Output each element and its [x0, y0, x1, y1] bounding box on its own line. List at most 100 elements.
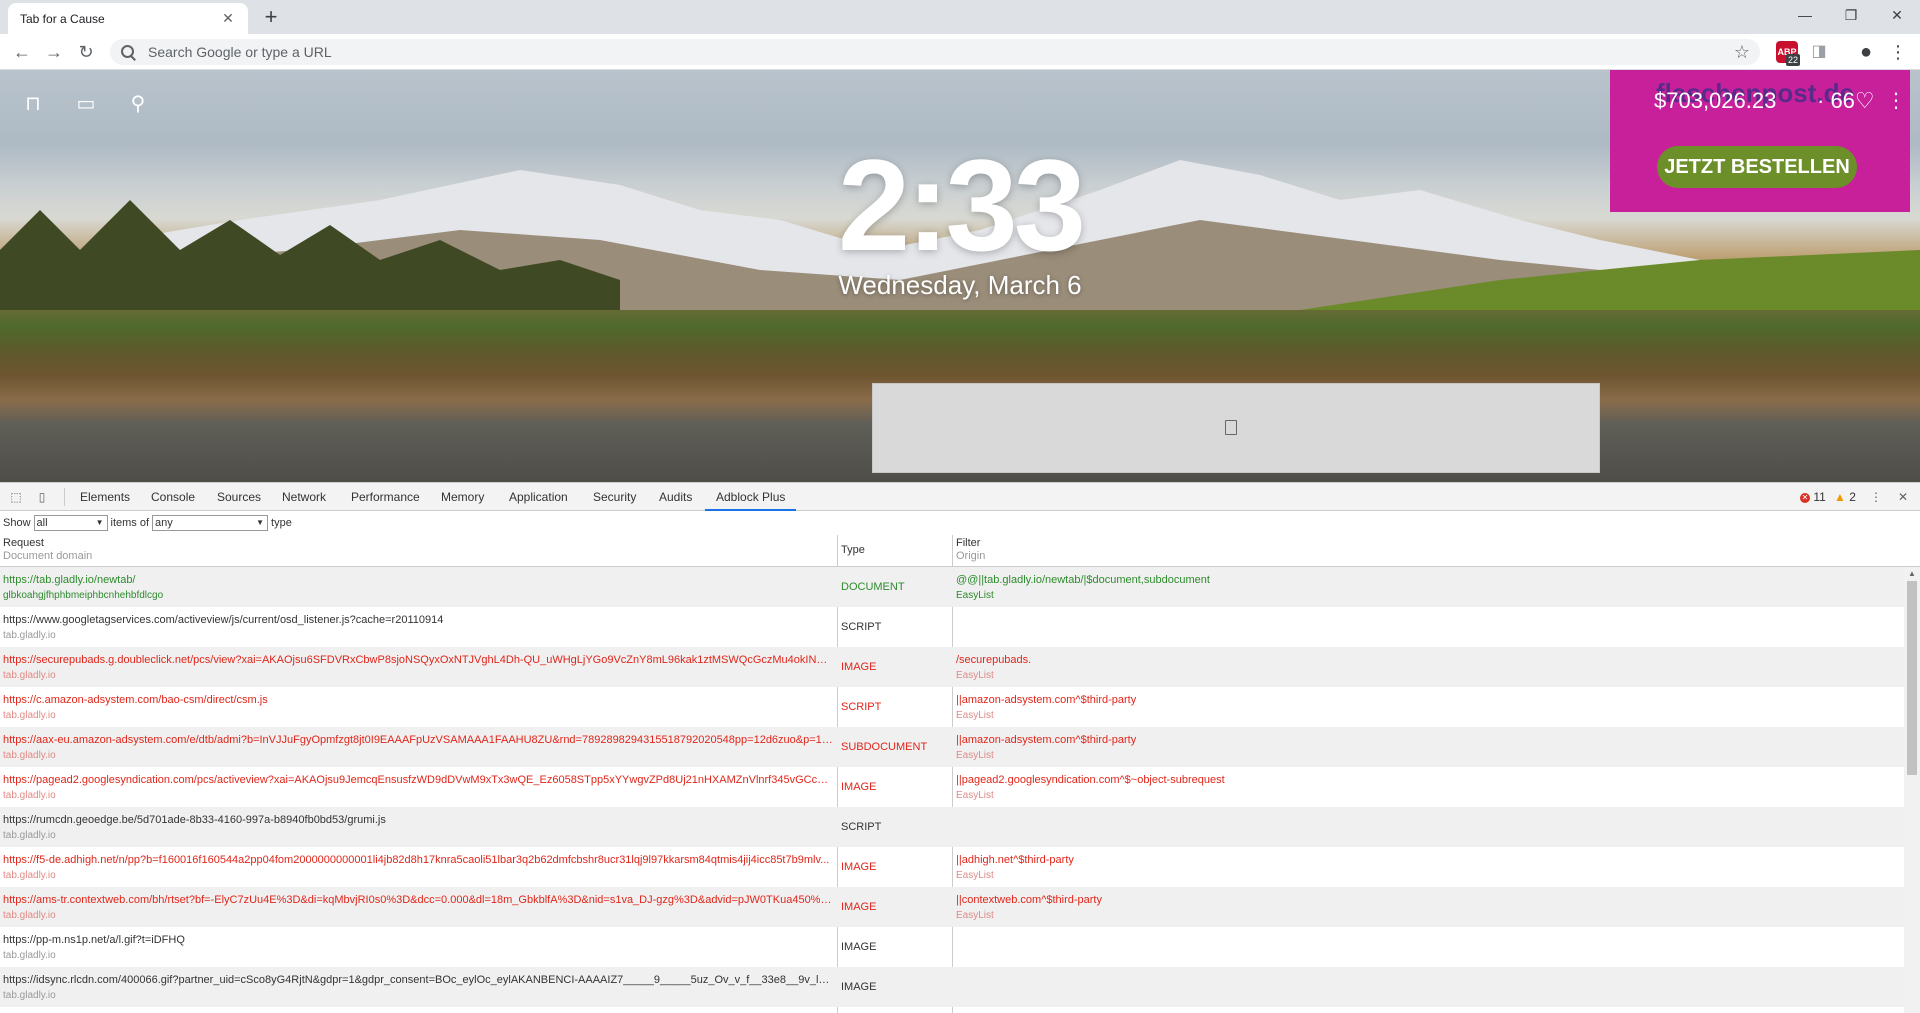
type-select[interactable]: any ▼	[152, 515, 269, 531]
table-row[interactable]: https://tab.gladly.io/newtab/glbkoahgjfh…	[0, 567, 1904, 607]
table-row[interactable]: https://pp-m.ns1p.net/a/l.gif?t=iDFHQ tab…	[0, 927, 1904, 967]
error-count[interactable]: ✕ 11	[1800, 483, 1826, 511]
filter-origin: EasyList	[956, 790, 994, 801]
tab-adblock-plus[interactable]: Adblock Plus	[705, 483, 797, 511]
table-row[interactable]: https://f5-de.adhigh.net/n/pp?b=f160016f…	[0, 847, 1904, 887]
column-filter[interactable]: Filter Origin	[956, 537, 985, 563]
request-type: DOCUMENT	[841, 581, 905, 593]
chrome-menu-icon[interactable]: ⋮	[1888, 41, 1908, 63]
request-list: https://tab.gladly.io/newtab/glbkoahgjfh…	[0, 567, 1904, 1013]
scrollbar[interactable]: ▲	[1904, 567, 1920, 1013]
filter-rule[interactable]: /securepubads.	[956, 654, 1903, 666]
document-domain: tab.gladly.io	[3, 830, 56, 841]
table-row[interactable]: https://aax-eu.amazon-adsystem.com/e/dtb…	[0, 727, 1904, 767]
filter-cell: ||contextweb.com^$third-party EasyList	[953, 887, 1903, 927]
request-url[interactable]: https://c.amazon-adsystem.com/bao-csm/di…	[3, 694, 833, 706]
inspect-element-icon[interactable]: ⬚	[8, 489, 24, 505]
request-url[interactable]: https://pagead2.googlesyndication.com/pc…	[3, 774, 833, 786]
hearts-count[interactable]: · 66♡	[1817, 88, 1875, 114]
table-row[interactable]: https://www.googletagservices.com/active…	[0, 607, 1904, 647]
request-url[interactable]: https://f5-de.adhigh.net/n/pp?b=f160016f…	[3, 854, 833, 866]
table-row[interactable]: https://rumcdn.geoedge.be/5d701ade-8b33-…	[0, 807, 1904, 847]
tab-memory[interactable]: Memory	[441, 483, 484, 511]
table-row[interactable]: https://securepubads.g.doubleclick.net/p…	[0, 647, 1904, 687]
document-domain: tab.gladly.io	[3, 750, 56, 761]
type-cell: SCRIPT	[838, 687, 952, 727]
browser-tab[interactable]: Tab for a Cause ✕	[8, 3, 248, 34]
filter-rule[interactable]: ||amazon-adsystem.com^$third-party	[956, 694, 1903, 706]
restore-button[interactable]: ❐	[1828, 0, 1874, 30]
forward-button[interactable]: →	[42, 40, 66, 64]
order-now-button[interactable]: JETZT BESTELLEN	[1657, 146, 1857, 188]
scrollbar-thumb[interactable]	[1907, 581, 1917, 775]
request-url[interactable]: https://rumcdn.geoedge.be/5d701ade-8b33-…	[3, 814, 833, 826]
tab-security[interactable]: Security	[593, 483, 636, 511]
table-row[interactable]: https://ams-tr.contextweb.com/bh/rtset?b…	[0, 887, 1904, 927]
filter-cell	[953, 927, 1903, 967]
cast-extension-icon[interactable]: ◨	[1808, 41, 1830, 63]
bookmark-star-icon[interactable]: ☆	[1734, 42, 1750, 63]
show-select[interactable]: all ▼	[33, 515, 108, 531]
filter-rule[interactable]: ||contextweb.com^$third-party	[956, 894, 1903, 906]
table-row[interactable]: https://pagead2.googlesyndication.com/pc…	[0, 767, 1904, 807]
table-row[interactable]: https://c.amazon-adsystem.com/bao-csm/di…	[0, 687, 1904, 727]
request-cell: https://rumcdn.geoedge.be/5d701ade-8b33-…	[0, 807, 835, 847]
devtools-menu-icon[interactable]: ⋮	[1868, 489, 1884, 505]
request-url[interactable]: https://www.googletagservices.com/active…	[3, 614, 833, 626]
filter-cell: ||pagead2.googlesyndication.com^$~object…	[953, 767, 1903, 807]
filter-rule[interactable]: ||amazon-adsystem.com^$third-party	[956, 734, 1903, 746]
warning-count[interactable]: ▲ 2	[1834, 483, 1856, 511]
tab-sources[interactable]: Sources	[217, 483, 261, 511]
type-cell: SCRIPT	[838, 607, 952, 647]
column-type[interactable]: Type	[841, 544, 865, 557]
request-type: IMAGE	[841, 901, 877, 913]
close-devtools-icon[interactable]: ✕	[1895, 489, 1911, 505]
column-type-label: Type	[841, 544, 865, 556]
back-button[interactable]: ←	[10, 40, 34, 64]
window-controls: — ❐ ✕	[1782, 0, 1920, 30]
address-bar[interactable]: Search Google or type a URL ☆	[110, 39, 1760, 65]
tab-performance[interactable]: Performance	[351, 483, 420, 511]
filter-rule[interactable]: ||pagead2.googlesyndication.com^$~object…	[956, 774, 1903, 786]
tab-audits[interactable]: Audits	[659, 483, 692, 511]
ad-placeholder	[872, 383, 1600, 473]
promo-banner[interactable]: flaschenpost.de $703,026.23 · 66♡ ⋮ JETZ…	[1610, 70, 1910, 212]
more-options-icon[interactable]: ⋮	[1886, 88, 1906, 113]
filter-rule[interactable]: ||adhigh.net^$third-party	[956, 854, 1903, 866]
request-url[interactable]: https://tab.gladly.io/newtab/	[3, 574, 833, 586]
column-request[interactable]: Request Document domain	[3, 537, 92, 563]
chat-icon[interactable]: ▭	[74, 92, 98, 116]
document-domain: tab.gladly.io	[3, 990, 56, 1001]
browser-toolbar: ← → ↻ Search Google or type a URL ☆ ABP …	[0, 34, 1920, 70]
profile-icon[interactable]: ●	[1855, 41, 1877, 63]
type-cell: SUBDOCUMENT	[838, 727, 952, 767]
minimize-button[interactable]: —	[1782, 0, 1828, 30]
type-cell: IMAGE	[838, 767, 952, 807]
filter-cell: ||amazon-adsystem.com^$third-party EasyLi…	[953, 687, 1903, 727]
tab-console[interactable]: Console	[151, 483, 195, 511]
close-window-button[interactable]: ✕	[1874, 0, 1920, 30]
table-row[interactable]: https://idsync.rlcdn.com/400066.gif?part…	[0, 967, 1904, 1007]
filter-cell: /securepubads. EasyList	[953, 647, 1903, 687]
request-url[interactable]: https://pp-m.ns1p.net/a/l.gif?t=iDFHQ	[3, 934, 833, 946]
request-url[interactable]: https://ams-tr.contextweb.com/bh/rtset?b…	[3, 894, 833, 906]
filter-rule[interactable]: @@||tab.gladly.io/newtab/|$document,subd…	[956, 574, 1903, 586]
type-cell: IMAGE	[838, 847, 952, 887]
request-url[interactable]: https://idsync.rlcdn.com/400066.gif?part…	[3, 974, 833, 986]
search-icon[interactable]: ⚲	[126, 92, 150, 116]
column-filter-label: Filter	[956, 537, 981, 549]
tab-application[interactable]: Application	[509, 483, 568, 511]
device-toolbar-icon[interactable]: ▯	[34, 489, 50, 505]
tab-elements[interactable]: Elements	[80, 483, 130, 511]
tab-network[interactable]: Network	[282, 483, 326, 511]
address-input[interactable]: Search Google or type a URL	[148, 44, 1734, 60]
new-tab-button[interactable]: +	[258, 4, 284, 30]
filter-cell: ||amazon-adsystem.com^$third-party EasyLi…	[953, 727, 1903, 767]
request-url[interactable]: https://securepubads.g.doubleclick.net/p…	[3, 654, 833, 666]
tab-close-icon[interactable]: ✕	[220, 10, 236, 27]
bookmark-icon[interactable]: ⊓	[21, 92, 45, 116]
document-domain: tab.gladly.io	[3, 950, 56, 961]
request-url[interactable]: https://aax-eu.amazon-adsystem.com/e/dtb…	[3, 734, 833, 746]
reload-button[interactable]: ↻	[74, 40, 98, 64]
scroll-up-arrow-icon[interactable]: ▲	[1908, 569, 1916, 578]
